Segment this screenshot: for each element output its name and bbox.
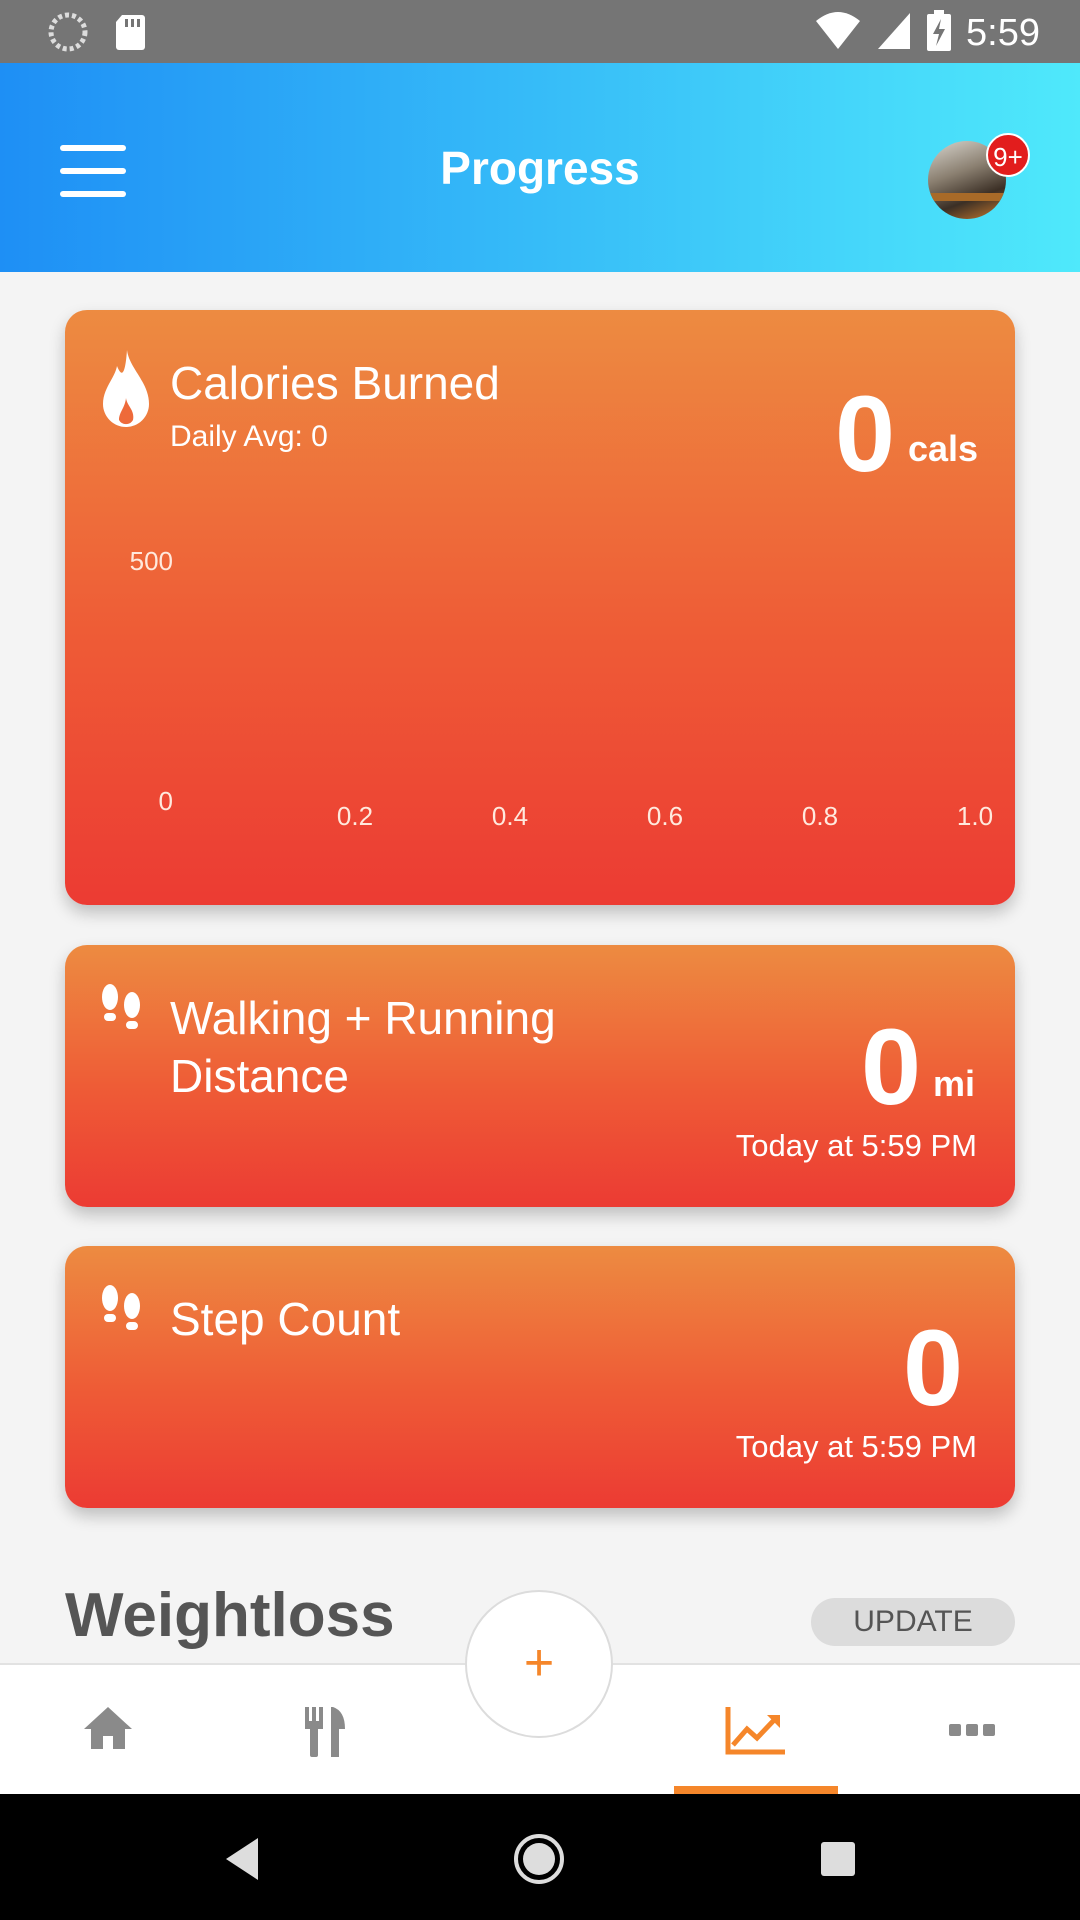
progress-icon bbox=[725, 1707, 785, 1755]
x-tick-label: 0.4 bbox=[492, 801, 528, 831]
status-bar: 5:59 bbox=[0, 0, 1080, 63]
step-count-card[interactable]: Step Count 0 Today at 5:59 PM bbox=[65, 1246, 1015, 1508]
more-icon bbox=[949, 1724, 995, 1736]
recents-button[interactable] bbox=[803, 1824, 873, 1894]
y-tick-label: 0 bbox=[159, 786, 173, 816]
distance-title: Walking + Running Distance bbox=[170, 989, 556, 1105]
add-button[interactable]: + bbox=[465, 1590, 613, 1738]
home-circle-icon bbox=[514, 1834, 564, 1884]
x-tick-label: 0.6 bbox=[647, 801, 683, 831]
home-system-button[interactable] bbox=[504, 1824, 574, 1894]
nav-home[interactable] bbox=[38, 1665, 178, 1796]
update-button[interactable]: UPDATE bbox=[811, 1598, 1015, 1646]
nav-progress[interactable] bbox=[686, 1665, 826, 1796]
x-tick-label: 0.8 bbox=[802, 801, 838, 831]
distance-card[interactable]: Walking + Running Distance 0 mi Today at… bbox=[65, 945, 1015, 1207]
profile-button[interactable]: 9+ bbox=[926, 129, 1030, 229]
weightloss-title: Weightloss bbox=[65, 1581, 395, 1650]
status-time: 5:59 bbox=[966, 12, 1040, 54]
home-icon bbox=[84, 1707, 132, 1749]
x-tick-label: 1.0 bbox=[957, 801, 993, 831]
step-count-title: Step Count bbox=[170, 1293, 401, 1345]
sd-card-icon bbox=[114, 13, 146, 56]
battery-charging-icon bbox=[926, 10, 952, 57]
back-button[interactable] bbox=[208, 1824, 278, 1894]
distance-unit: mi bbox=[933, 1063, 976, 1104]
recents-icon bbox=[821, 1842, 855, 1876]
app-bar: Progress 9+ bbox=[0, 63, 1080, 272]
distance-timestamp: Today at 5:59 PM bbox=[735, 1128, 977, 1163]
distance-title-line2: Distance bbox=[170, 1050, 349, 1102]
page-title: Progress bbox=[440, 142, 640, 194]
distance-title-line1: Walking + Running bbox=[170, 992, 556, 1044]
calories-chart: 0 500 0.2 0.4 0.6 0.8 1.0 bbox=[130, 546, 993, 831]
x-tick-label: 0.2 bbox=[337, 801, 373, 831]
signal-icon bbox=[876, 11, 912, 56]
step-count-timestamp: Today at 5:59 PM bbox=[735, 1429, 977, 1464]
footsteps-icon bbox=[99, 1284, 145, 1345]
calories-card[interactable]: Calories Burned Daily Avg: 0 0 cals 0 500… bbox=[65, 310, 1015, 905]
nav-food[interactable] bbox=[255, 1665, 395, 1796]
wifi-icon bbox=[814, 11, 862, 56]
sync-icon bbox=[48, 12, 88, 57]
notification-badge: 9+ bbox=[986, 133, 1030, 177]
back-icon bbox=[226, 1838, 258, 1880]
step-count-value: 0 bbox=[903, 1307, 964, 1428]
y-tick-label: 500 bbox=[130, 546, 173, 576]
distance-value: 0 bbox=[861, 1006, 922, 1127]
system-nav-bar bbox=[0, 1794, 1080, 1920]
food-icon bbox=[305, 1707, 345, 1757]
footsteps-icon bbox=[99, 983, 145, 1044]
nav-more[interactable] bbox=[902, 1665, 1042, 1796]
